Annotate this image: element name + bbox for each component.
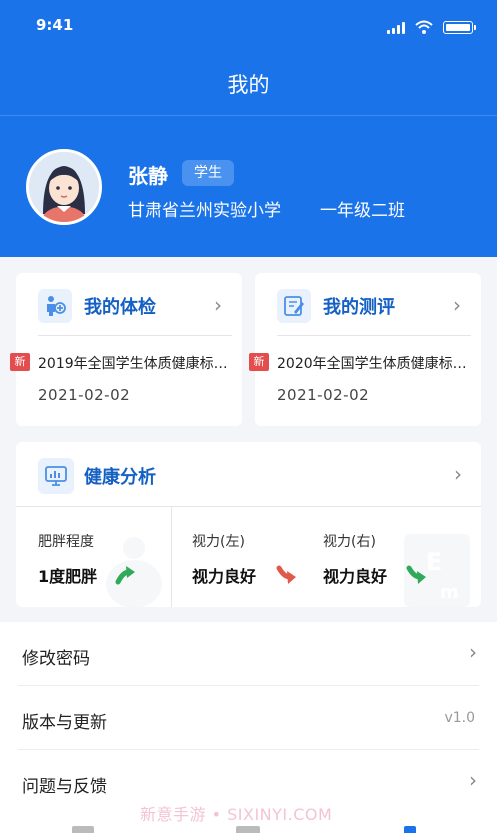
svg-text:E: E — [426, 548, 442, 576]
metric-value: 视力良好 — [192, 567, 257, 586]
page-header: 我的 — [0, 52, 497, 116]
card-title: 我的测评 — [323, 297, 395, 318]
metric-label: 肥胖程度 — [38, 534, 94, 550]
signal-icon — [387, 22, 405, 34]
version-text: v1.0 — [444, 710, 475, 726]
divider — [277, 335, 471, 336]
checkup-icon — [38, 289, 72, 323]
chevron-right-icon: › — [469, 768, 477, 792]
avatar-girl-icon — [29, 152, 99, 222]
status-icons — [387, 20, 476, 34]
menu-item-label: 问题与反馈 — [22, 777, 107, 797]
role-badge: 学生 — [182, 160, 234, 186]
chevron-right-icon[interactable]: › — [454, 462, 462, 486]
card-date: 2021-02-02 — [38, 386, 131, 404]
tab-discover[interactable] — [236, 826, 260, 833]
svg-text:m: m — [440, 582, 459, 603]
divider — [16, 506, 481, 507]
chart-monitor-icon — [38, 458, 74, 494]
profile-school: 甘肃省兰州实验小学 — [128, 201, 281, 221]
card-title: 健康分析 — [84, 467, 156, 488]
tab-mine[interactable] — [404, 826, 416, 833]
card-date: 2021-02-02 — [277, 386, 370, 404]
status-time: 9:41 — [36, 16, 74, 34]
chevron-right-icon[interactable]: › — [214, 293, 222, 317]
new-badge: 新 — [10, 353, 30, 371]
new-badge: 新 — [249, 353, 269, 371]
avatar[interactable] — [26, 149, 102, 225]
metric-label: 视力(右) — [323, 534, 376, 550]
divider — [171, 506, 172, 607]
page-title: 我的 — [227, 72, 270, 97]
chevron-right-icon[interactable]: › — [453, 293, 461, 317]
profile-section: 张静 学生 甘肃省兰州实验小学 一年级二班 — [0, 116, 497, 257]
trend-down-icon — [276, 565, 296, 584]
card-item[interactable]: 2020年全国学生体质健康标准测试 — [277, 353, 473, 373]
chevron-right-icon: › — [469, 640, 477, 664]
card-item[interactable]: 2019年全国学生体质健康标准测试 — [38, 353, 234, 373]
trend-down-icon — [406, 565, 426, 584]
watermark: 新意手游 • SIXINYI.COM — [140, 805, 333, 824]
battery-icon — [443, 21, 476, 34]
divider — [38, 335, 232, 336]
wifi-icon — [415, 20, 433, 34]
metric-label: 视力(左) — [192, 534, 245, 550]
status-bar: 9:41 — [0, 0, 497, 52]
evaluation-icon — [277, 289, 311, 323]
metric-value: 1度肥胖 — [38, 567, 98, 586]
trend-up-icon — [115, 566, 135, 585]
metric-value: 视力良好 — [323, 567, 388, 586]
menu-item-label: 修改密码 — [22, 649, 90, 669]
profile-class: 一年级二班 — [320, 201, 405, 221]
health-analysis-card[interactable]: 健康分析 › E m 肥胖程度 1度肥胖 视力(左) 视力良好 视力(右) 视力… — [16, 442, 481, 607]
profile-name: 张静 — [128, 164, 168, 188]
tab-home[interactable] — [72, 826, 94, 833]
my-evaluation-card[interactable]: 我的测评 › 新 2020年全国学生体质健康标准测试 2021-02-02 — [249, 273, 481, 426]
menu-item-label: 版本与更新 — [22, 713, 107, 733]
card-title: 我的体检 — [84, 297, 156, 318]
my-checkup-card[interactable]: 我的体检 › 新 2019年全国学生体质健康标准测试 2021-02-02 — [10, 273, 242, 426]
menu-item-change-password[interactable]: 修改密码 › — [0, 622, 497, 686]
menu-item-version[interactable]: 版本与更新 v1.0 — [0, 686, 497, 750]
